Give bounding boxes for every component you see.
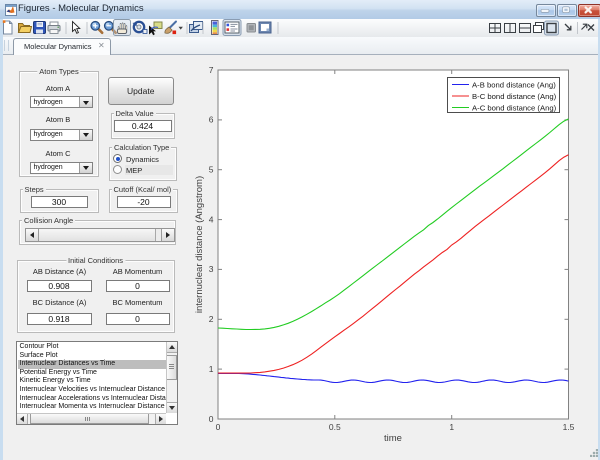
svg-text:time: time (384, 433, 402, 444)
svg-text:0: 0 (209, 414, 214, 424)
svg-text:1: 1 (209, 364, 214, 374)
svg-text:6: 6 (209, 115, 214, 125)
svg-text:A-B bond distance (Ang): A-B bond distance (Ang) (472, 81, 556, 90)
svg-text:1.5: 1.5 (563, 422, 575, 432)
svg-text:B-C bond distance (Ang): B-C bond distance (Ang) (472, 92, 557, 101)
svg-text:internuclear distance (Angstro: internuclear distance (Angstrom) (194, 176, 205, 313)
svg-text:5: 5 (209, 165, 214, 175)
svg-text:3: 3 (209, 264, 214, 274)
svg-text:0.5: 0.5 (329, 422, 341, 432)
svg-text:4: 4 (209, 214, 214, 224)
svg-text:1: 1 (449, 422, 454, 432)
svg-text:0: 0 (216, 422, 221, 432)
svg-text:2: 2 (209, 314, 214, 324)
svg-text:7: 7 (209, 65, 214, 75)
svg-text:A-C bond distance (Ang): A-C bond distance (Ang) (472, 104, 557, 113)
